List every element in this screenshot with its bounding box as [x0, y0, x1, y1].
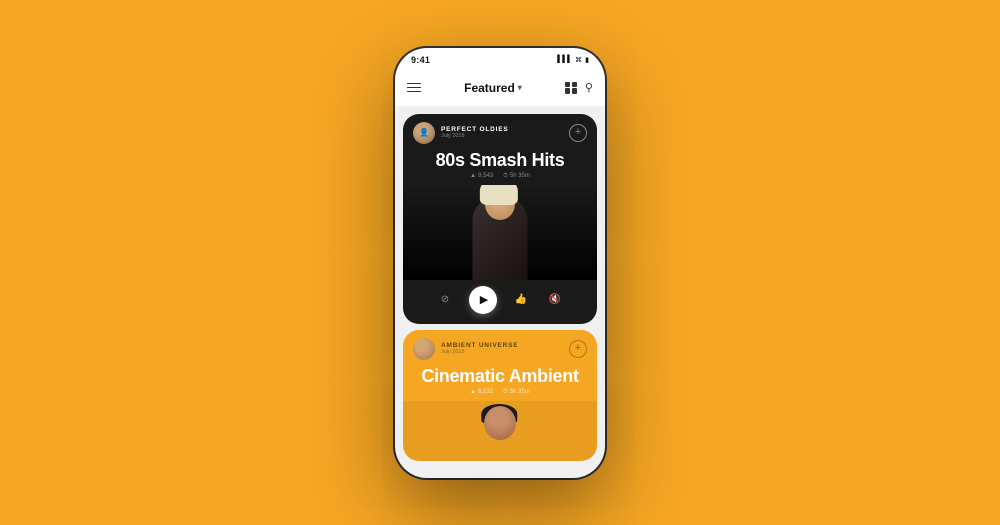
- card1-avatar: 👤: [413, 122, 435, 144]
- card2-meta: ▲ 6,532 ⏱ 5h 35m: [403, 389, 597, 401]
- card2-duration: ⏱ 5h 35m: [503, 389, 530, 396]
- search-icon[interactable]: ⚲: [585, 81, 593, 94]
- card2-image: [403, 401, 597, 461]
- duration-icon-2: ⏱: [503, 389, 508, 396]
- card2-user-info: AMBIENT UNIVERSE July 2018: [441, 342, 518, 355]
- top-nav: Featured ▾ ⚲: [395, 70, 605, 106]
- card1-date: July 2018: [441, 133, 509, 139]
- nav-title-area[interactable]: Featured ▾: [464, 81, 522, 95]
- status-time: 9:41: [411, 55, 430, 65]
- person-hair: [480, 185, 518, 205]
- card1-followers: ▲ 9,543: [470, 173, 493, 180]
- followers-icon-2: ▲: [470, 389, 476, 395]
- card2-user: AMBIENT UNIVERSE July 2018: [413, 338, 518, 360]
- status-icons: ▌▌▌ ⌘ ▮: [557, 56, 589, 64]
- card2-followers: ▲ 6,532: [470, 389, 493, 396]
- card2-username: AMBIENT UNIVERSE: [441, 342, 518, 349]
- card-80s-smash-hits: 👤 PERFECT OLDIES July 2018 + 80s Smash H…: [403, 114, 597, 324]
- signal-icon: ▌▌▌: [557, 56, 572, 63]
- card1-controls: ⊘ ▶ 👍 🔇: [403, 280, 597, 314]
- card2-title: Cinematic Ambient: [403, 364, 597, 389]
- like-button[interactable]: 👍: [511, 290, 531, 310]
- card2-artwork: [403, 401, 597, 461]
- card2-header: AMBIENT UNIVERSE July 2018 +: [403, 330, 597, 364]
- grid-view-icon[interactable]: [565, 82, 577, 94]
- nav-right: ⚲: [565, 81, 593, 94]
- card2-followers-count: 6,532: [478, 389, 493, 395]
- card2-duration-value: 5h 35m: [510, 389, 530, 395]
- scroll-area[interactable]: 👤 PERFECT OLDIES July 2018 + 80s Smash H…: [395, 106, 605, 478]
- mute-button[interactable]: 🔇: [545, 290, 565, 310]
- plus-icon-yellow: +: [575, 343, 581, 354]
- person2-head: [484, 406, 516, 440]
- plus-icon: +: [575, 127, 581, 138]
- card1-followers-count: 9,543: [478, 173, 493, 179]
- block-button[interactable]: ⊘: [435, 290, 455, 310]
- chevron-down-icon: ▾: [518, 83, 522, 92]
- card1-user-info: PERFECT OLDIES July 2018: [441, 126, 509, 139]
- duration-icon: ⏱: [503, 173, 508, 180]
- card1-user: 👤 PERFECT OLDIES July 2018: [413, 122, 509, 144]
- card2-avatar: [413, 338, 435, 360]
- card1-avatar-img: 👤: [413, 122, 435, 144]
- card1-title: 80s Smash Hits: [403, 148, 597, 173]
- status-bar: 9:41 ▌▌▌ ⌘ ▮: [395, 48, 605, 70]
- play-icon: ▶: [480, 293, 488, 306]
- phone-shell: 9:41 ▌▌▌ ⌘ ▮ Featured ▾ ⚲: [395, 48, 605, 478]
- card-cinematic-ambient: AMBIENT UNIVERSE July 2018 + Cinematic A…: [403, 330, 597, 461]
- play-button[interactable]: ▶: [469, 286, 497, 314]
- hamburger-menu[interactable]: [407, 83, 421, 93]
- card1-header: 👤 PERFECT OLDIES July 2018 +: [403, 114, 597, 148]
- card1-meta: ▲ 9,543 ⏱ 5h 35m: [403, 173, 597, 185]
- card2-avatar-img: [413, 338, 435, 360]
- card1-artwork: [403, 185, 597, 280]
- card1-duration: ⏱ 5h 35m: [503, 173, 530, 180]
- card2-date: July 2018: [441, 349, 518, 355]
- card1-username: PERFECT OLDIES: [441, 126, 509, 133]
- followers-icon: ▲: [470, 173, 476, 179]
- battery-icon: ▮: [585, 56, 589, 64]
- nav-title-text: Featured: [464, 81, 515, 95]
- card2-add-button[interactable]: +: [569, 340, 587, 358]
- card1-image: [403, 185, 597, 280]
- wifi-icon: ⌘: [575, 56, 582, 64]
- card1-duration-value: 5h 35m: [510, 173, 530, 179]
- card1-add-button[interactable]: +: [569, 124, 587, 142]
